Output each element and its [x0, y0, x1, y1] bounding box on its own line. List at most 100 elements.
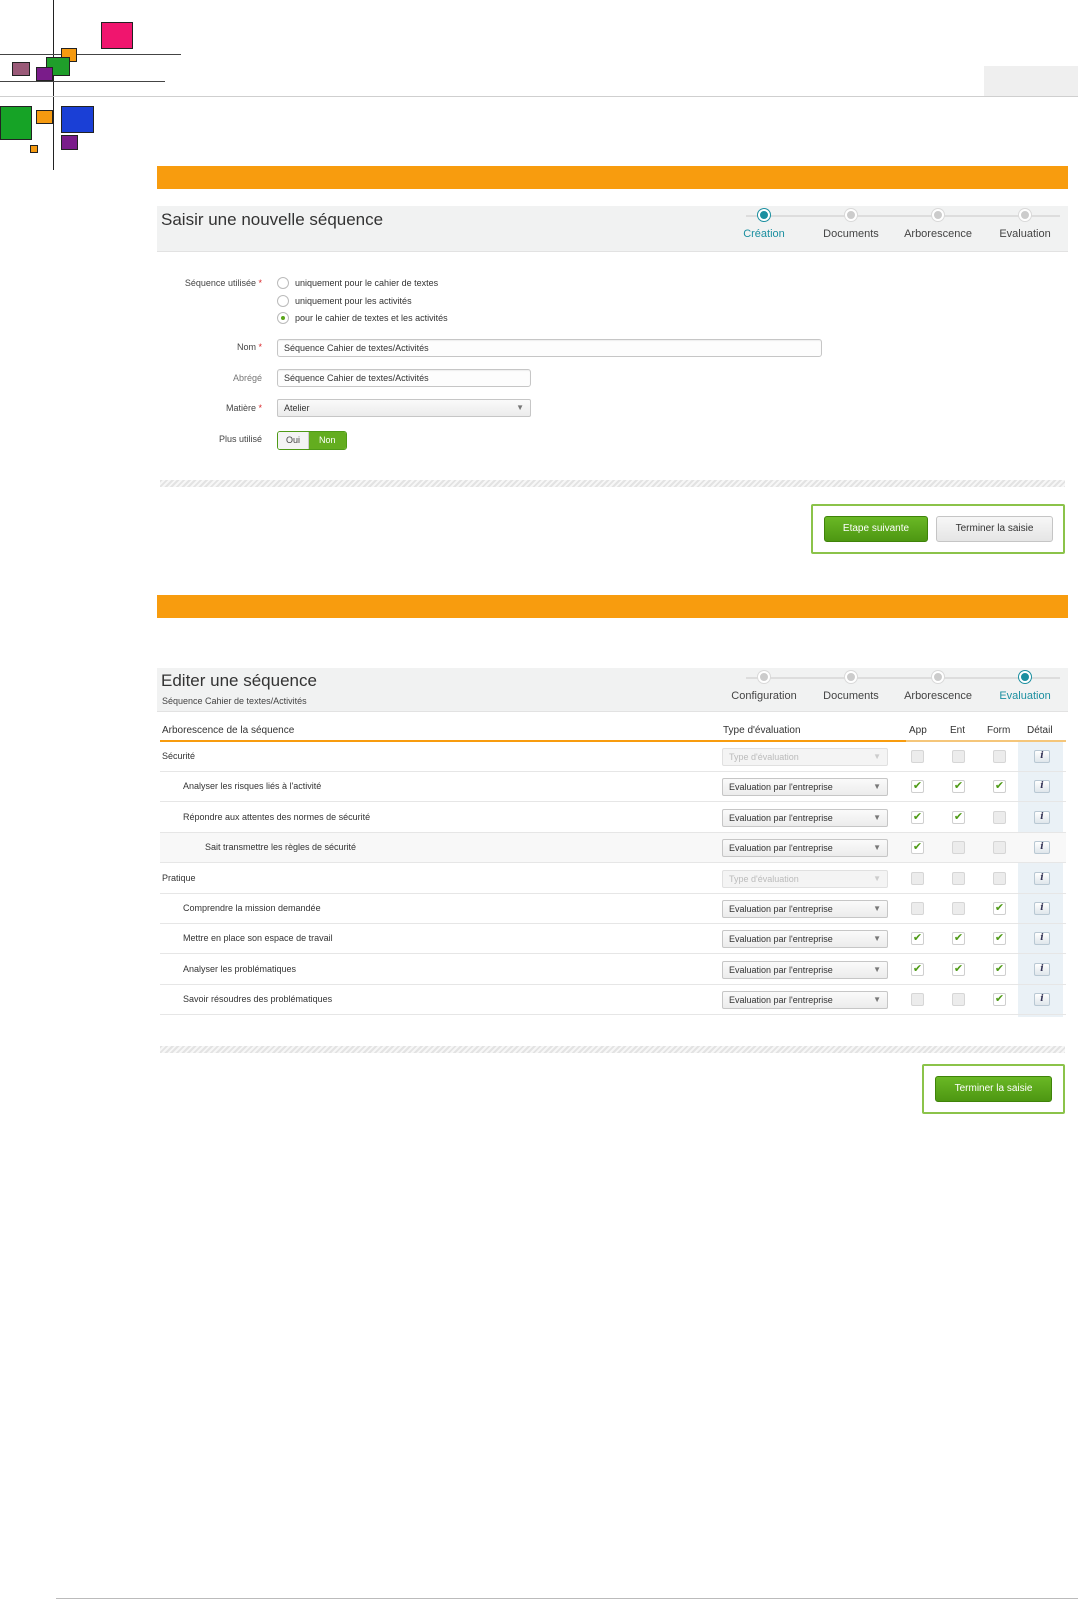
- short-name-label: Abrégé: [232, 373, 262, 383]
- evaluation-type-select[interactable]: Evaluation par l'entreprise ▼: [722, 960, 888, 979]
- evaluation-type-select[interactable]: Type d'évaluation ▼: [722, 869, 888, 888]
- header-type: Type d'évaluation: [723, 725, 801, 736]
- evaluation-type-select[interactable]: Evaluation par l'entreprise ▼: [722, 778, 888, 797]
- form-checkbox[interactable]: [993, 750, 1006, 763]
- short-name-input[interactable]: Séquence Cahier de textes/Activités: [277, 369, 531, 387]
- table-row: Sait transmettre les règles de sécurité E…: [160, 833, 1066, 864]
- evaluation-type-select[interactable]: Evaluation par l'entreprise ▼: [722, 930, 888, 949]
- evaluation-type-select[interactable]: Evaluation par l'entreprise ▼: [722, 808, 888, 827]
- step-configuration[interactable]: Configuration: [724, 671, 804, 702]
- finish-edit-button[interactable]: Terminer la saisie: [935, 1076, 1052, 1102]
- app-checkbox[interactable]: ✔: [911, 841, 924, 855]
- step-documents[interactable]: Documents: [811, 209, 891, 240]
- step-creation[interactable]: Création: [724, 209, 804, 240]
- info-icon[interactable]: i: [1034, 932, 1050, 946]
- section-bar: [157, 166, 1068, 189]
- step-label: Evaluation: [999, 690, 1051, 702]
- toggle-yes[interactable]: Oui: [278, 432, 310, 449]
- evaluation-type-value: Evaluation par l'entreprise: [729, 782, 833, 793]
- form-checkbox[interactable]: ✔: [993, 932, 1006, 946]
- form-checkbox[interactable]: ✔: [993, 962, 1006, 976]
- form-checkbox[interactable]: [993, 871, 1006, 885]
- header-ent: Ent: [950, 725, 966, 736]
- form-checkbox[interactable]: ✔: [993, 780, 1006, 794]
- ent-checkbox[interactable]: [952, 902, 965, 915]
- usage-label: Séquence utilisée *: [184, 278, 262, 288]
- step-dot: [932, 209, 944, 221]
- app-checkbox[interactable]: ✔: [911, 810, 924, 824]
- form-checkbox[interactable]: [993, 841, 1006, 855]
- step-dot: [1019, 209, 1031, 221]
- step-arborescence[interactable]: Arborescence: [898, 671, 978, 702]
- info-icon[interactable]: i: [1034, 902, 1050, 915]
- name-input[interactable]: Séquence Cahier de textes/Activités: [277, 339, 822, 357]
- header-app: App: [909, 725, 927, 736]
- row-label: Pratique: [162, 872, 196, 883]
- subject-select[interactable]: Atelier ▼: [277, 399, 531, 417]
- app-checkbox[interactable]: ✔: [911, 932, 924, 946]
- step-documents[interactable]: Documents: [811, 671, 891, 702]
- usage-option-both[interactable]: pour le cahier de textes et les activité…: [277, 312, 448, 324]
- usage-option-textbook[interactable]: uniquement pour le cahier de textes: [277, 277, 438, 289]
- header-divider: [0, 96, 1078, 97]
- ent-checkbox[interactable]: [952, 871, 965, 885]
- app-checkbox[interactable]: [911, 871, 924, 885]
- step-evaluation[interactable]: Evaluation: [985, 671, 1065, 702]
- step-evaluation[interactable]: Evaluation: [985, 209, 1065, 240]
- radio-button[interactable]: [277, 277, 289, 289]
- form-checkbox[interactable]: ✔: [993, 902, 1006, 915]
- ent-checkbox[interactable]: ✔: [952, 780, 965, 794]
- info-icon[interactable]: i: [1034, 841, 1050, 855]
- step-dot: [932, 671, 944, 683]
- app-checkbox[interactable]: [911, 902, 924, 915]
- info-icon[interactable]: i: [1034, 993, 1050, 1007]
- unused-toggle[interactable]: Oui Non: [277, 431, 347, 450]
- evaluation-type-value: Evaluation par l'entreprise: [729, 934, 833, 945]
- form-checkbox[interactable]: [993, 810, 1006, 824]
- radio-button[interactable]: [277, 295, 289, 307]
- info-icon[interactable]: i: [1034, 871, 1050, 885]
- radio-button-selected[interactable]: [277, 312, 289, 324]
- step-dot: [758, 671, 770, 683]
- app-checkbox[interactable]: ✔: [911, 962, 924, 976]
- logo-line: [53, 0, 54, 170]
- app-checkbox[interactable]: ✔: [911, 780, 924, 794]
- toggle-no[interactable]: Non: [309, 432, 346, 449]
- evaluation-type-select[interactable]: Evaluation par l'entreprise ▼: [722, 900, 888, 918]
- row-label: Comprendre la mission demandée: [183, 903, 321, 913]
- usage-option-activities[interactable]: uniquement pour les activités: [277, 295, 412, 307]
- evaluation-type-select[interactable]: Evaluation par l'entreprise ▼: [722, 839, 888, 858]
- ent-checkbox[interactable]: ✔: [952, 932, 965, 946]
- info-icon[interactable]: i: [1034, 750, 1050, 763]
- edit-stepper: Configuration Documents Arborescence Eva…: [731, 668, 1068, 711]
- ent-checkbox[interactable]: [952, 841, 965, 855]
- step-label: Arborescence: [904, 690, 972, 702]
- caret-down-icon: ▼: [873, 873, 881, 883]
- row-label: Répondre aux attentes des normes de sécu…: [183, 811, 371, 822]
- row-label: Savoir résoudres des problématiques: [183, 994, 333, 1005]
- ent-checkbox[interactable]: ✔: [952, 810, 965, 824]
- name-label: Nom *: [236, 342, 262, 352]
- logo-square: [30, 145, 38, 153]
- subject-label: Matière *: [225, 403, 262, 413]
- row-label: Sait transmettre les règles de sécurité: [205, 842, 357, 853]
- info-icon[interactable]: i: [1034, 810, 1050, 824]
- ent-checkbox[interactable]: ✔: [952, 962, 965, 976]
- evaluation-type-select[interactable]: Type d'évaluation ▼: [722, 748, 888, 766]
- app-checkbox[interactable]: [911, 993, 924, 1007]
- logo-square: [0, 106, 32, 140]
- ent-checkbox[interactable]: [952, 750, 965, 763]
- info-icon[interactable]: i: [1034, 962, 1050, 976]
- next-step-button[interactable]: Etape suivante: [824, 516, 928, 542]
- evaluation-type-value: Evaluation par l'entreprise: [729, 904, 833, 914]
- finish-button[interactable]: Terminer la saisie: [936, 516, 1053, 542]
- caret-down-icon: ▼: [873, 964, 881, 974]
- app-checkbox[interactable]: [911, 750, 924, 763]
- info-icon[interactable]: i: [1034, 780, 1050, 794]
- form-checkbox[interactable]: ✔: [993, 993, 1006, 1007]
- step-arborescence[interactable]: Arborescence: [898, 209, 978, 240]
- evaluation-type-select[interactable]: Evaluation par l'entreprise ▼: [722, 991, 888, 1010]
- header-tab[interactable]: [984, 66, 1078, 96]
- caret-down-icon: ▼: [873, 812, 881, 822]
- ent-checkbox[interactable]: [952, 993, 965, 1007]
